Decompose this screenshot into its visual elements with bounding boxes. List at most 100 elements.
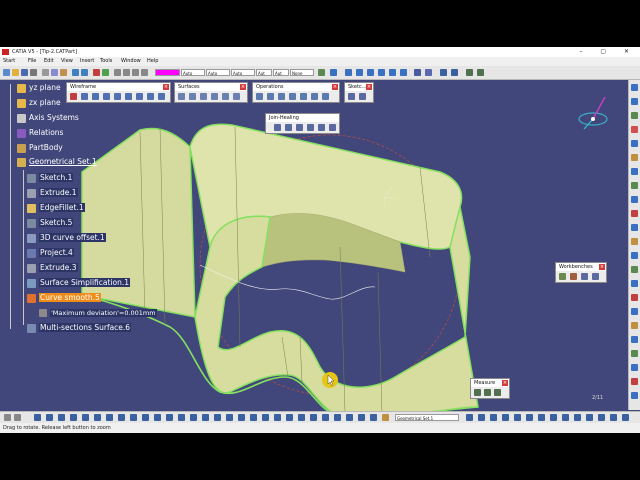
tool-icon[interactable] [631, 392, 638, 399]
tool-icon[interactable] [514, 414, 521, 421]
tree-item-multi-sections-surface[interactable]: Multi-sections Surface.6 [27, 323, 132, 333]
tool-icon[interactable] [631, 266, 638, 273]
extract-tool-icon[interactable] [300, 93, 307, 100]
extrude-tool-icon[interactable] [178, 93, 185, 100]
tool-icon[interactable] [631, 126, 638, 133]
measure-item-tool-icon[interactable] [484, 389, 491, 396]
tool-icon[interactable] [598, 414, 605, 421]
tree-item-max-deviation[interactable]: 'Maximum deviation'=0.001mm [39, 308, 157, 318]
multi-sections-tool-icon[interactable] [222, 93, 229, 100]
tree-item-partbody[interactable]: PartBody [17, 143, 63, 153]
tool-icon[interactable] [466, 414, 473, 421]
translate-tool-icon[interactable] [322, 93, 329, 100]
tool-icon[interactable] [190, 414, 197, 421]
tool-icon[interactable] [34, 414, 41, 421]
tree-item-zx-plane[interactable]: zx plane [17, 98, 61, 108]
tool-icon[interactable] [310, 414, 317, 421]
tree-item-geometrical-set[interactable]: Geometrical Set.1 [17, 157, 97, 167]
boundary-tool-icon[interactable] [289, 93, 296, 100]
helix-tool-icon[interactable] [147, 93, 154, 100]
assembly-workbench-icon[interactable] [581, 273, 588, 280]
split-tool-icon[interactable] [267, 93, 274, 100]
positioned-sketch-tool-icon[interactable] [359, 93, 366, 100]
tool-icon[interactable] [346, 414, 353, 421]
tool-icon[interactable] [166, 414, 173, 421]
tool-icon[interactable] [631, 224, 638, 231]
close-icon[interactable]: × [599, 264, 605, 270]
polyline-tool-icon[interactable] [158, 93, 165, 100]
tool-icon[interactable] [106, 414, 113, 421]
tool-icon[interactable] [631, 140, 638, 147]
projection-tool-icon[interactable] [103, 93, 110, 100]
join-icon[interactable] [274, 124, 281, 131]
tool-icon[interactable] [478, 414, 485, 421]
measure-inertia-tool-icon[interactable] [494, 389, 501, 396]
part-design-icon[interactable] [559, 273, 566, 280]
tool-icon[interactable] [82, 414, 89, 421]
tool-icon[interactable] [562, 414, 569, 421]
tree-item-sketch-1[interactable]: Sketch.1 [27, 173, 74, 183]
tool-icon[interactable] [538, 414, 545, 421]
tool-icon[interactable] [550, 414, 557, 421]
offset-tool-icon[interactable] [114, 93, 121, 100]
tool-icon[interactable] [262, 414, 269, 421]
tool-icon[interactable] [631, 308, 638, 315]
fill-tool-icon[interactable] [211, 93, 218, 100]
tool-icon[interactable] [58, 414, 65, 421]
tool-icon[interactable] [154, 414, 161, 421]
untrim-icon[interactable] [307, 124, 314, 131]
tool-icon[interactable] [142, 414, 149, 421]
close-icon[interactable]: × [332, 84, 338, 90]
sweep-tool-icon[interactable] [200, 93, 207, 100]
sketcher-workbench-icon[interactable] [592, 273, 599, 280]
tool-icon[interactable] [631, 196, 638, 203]
fit-icon[interactable] [4, 414, 11, 421]
tool-icon[interactable] [631, 182, 638, 189]
close-icon[interactable]: × [240, 84, 246, 90]
tree-item-yz-plane[interactable]: yz plane [17, 83, 61, 93]
tool-icon[interactable] [490, 414, 497, 421]
tool-icon[interactable] [631, 252, 638, 259]
spline-tool-icon[interactable] [136, 93, 143, 100]
tool-icon[interactable] [631, 322, 638, 329]
tool-icon[interactable] [631, 294, 638, 301]
tree-item-surface-simplification[interactable]: Surface Simplification.1 [27, 278, 131, 288]
line-tool-icon[interactable] [81, 93, 88, 100]
tree-item-edgefillet-1[interactable]: EdgeFillet.1 [27, 203, 85, 213]
tree-item-axis-systems[interactable]: Axis Systems [17, 113, 79, 123]
tool-icon[interactable] [631, 112, 638, 119]
plane-tool-icon[interactable] [92, 93, 99, 100]
healing-icon[interactable] [285, 124, 292, 131]
tool-icon[interactable] [574, 414, 581, 421]
tool-icon[interactable] [631, 238, 638, 245]
blend-tool-icon[interactable] [233, 93, 240, 100]
tool-icon[interactable] [370, 414, 377, 421]
tool-icon[interactable] [286, 414, 293, 421]
tree-item-extrude-3[interactable]: Extrude.3 [27, 263, 78, 273]
tool-icon[interactable] [130, 414, 137, 421]
tree-item-sketch-5[interactable]: Sketch.5 [27, 218, 74, 228]
tool-icon[interactable] [274, 414, 281, 421]
tool-icon[interactable] [14, 414, 21, 421]
tool-icon[interactable] [631, 336, 638, 343]
tool-icon[interactable] [322, 414, 329, 421]
tool-icon[interactable] [610, 414, 617, 421]
fillet-tool-icon[interactable] [311, 93, 318, 100]
simplify-icon[interactable] [329, 124, 336, 131]
tree-item-3d-curve-offset[interactable]: 3D curve offset.1 [27, 233, 106, 243]
sketch-tool-icon[interactable] [348, 93, 355, 100]
tool-icon[interactable] [358, 414, 365, 421]
point-tool-icon[interactable] [70, 93, 77, 100]
geometrical-set-selector[interactable]: Geometrical Set.1 [395, 414, 459, 421]
tool-icon[interactable] [622, 414, 629, 421]
disassemble-icon[interactable] [318, 124, 325, 131]
revolve-tool-icon[interactable] [189, 93, 196, 100]
tool-icon[interactable] [526, 414, 533, 421]
tool-icon[interactable] [202, 414, 209, 421]
tool-icon[interactable] [502, 414, 509, 421]
tool-icon[interactable] [70, 414, 77, 421]
tool-icon[interactable] [94, 414, 101, 421]
gsd-workbench-icon[interactable] [570, 273, 577, 280]
tree-item-extrude-1[interactable]: Extrude.1 [27, 188, 78, 198]
tool-icon[interactable] [298, 414, 305, 421]
